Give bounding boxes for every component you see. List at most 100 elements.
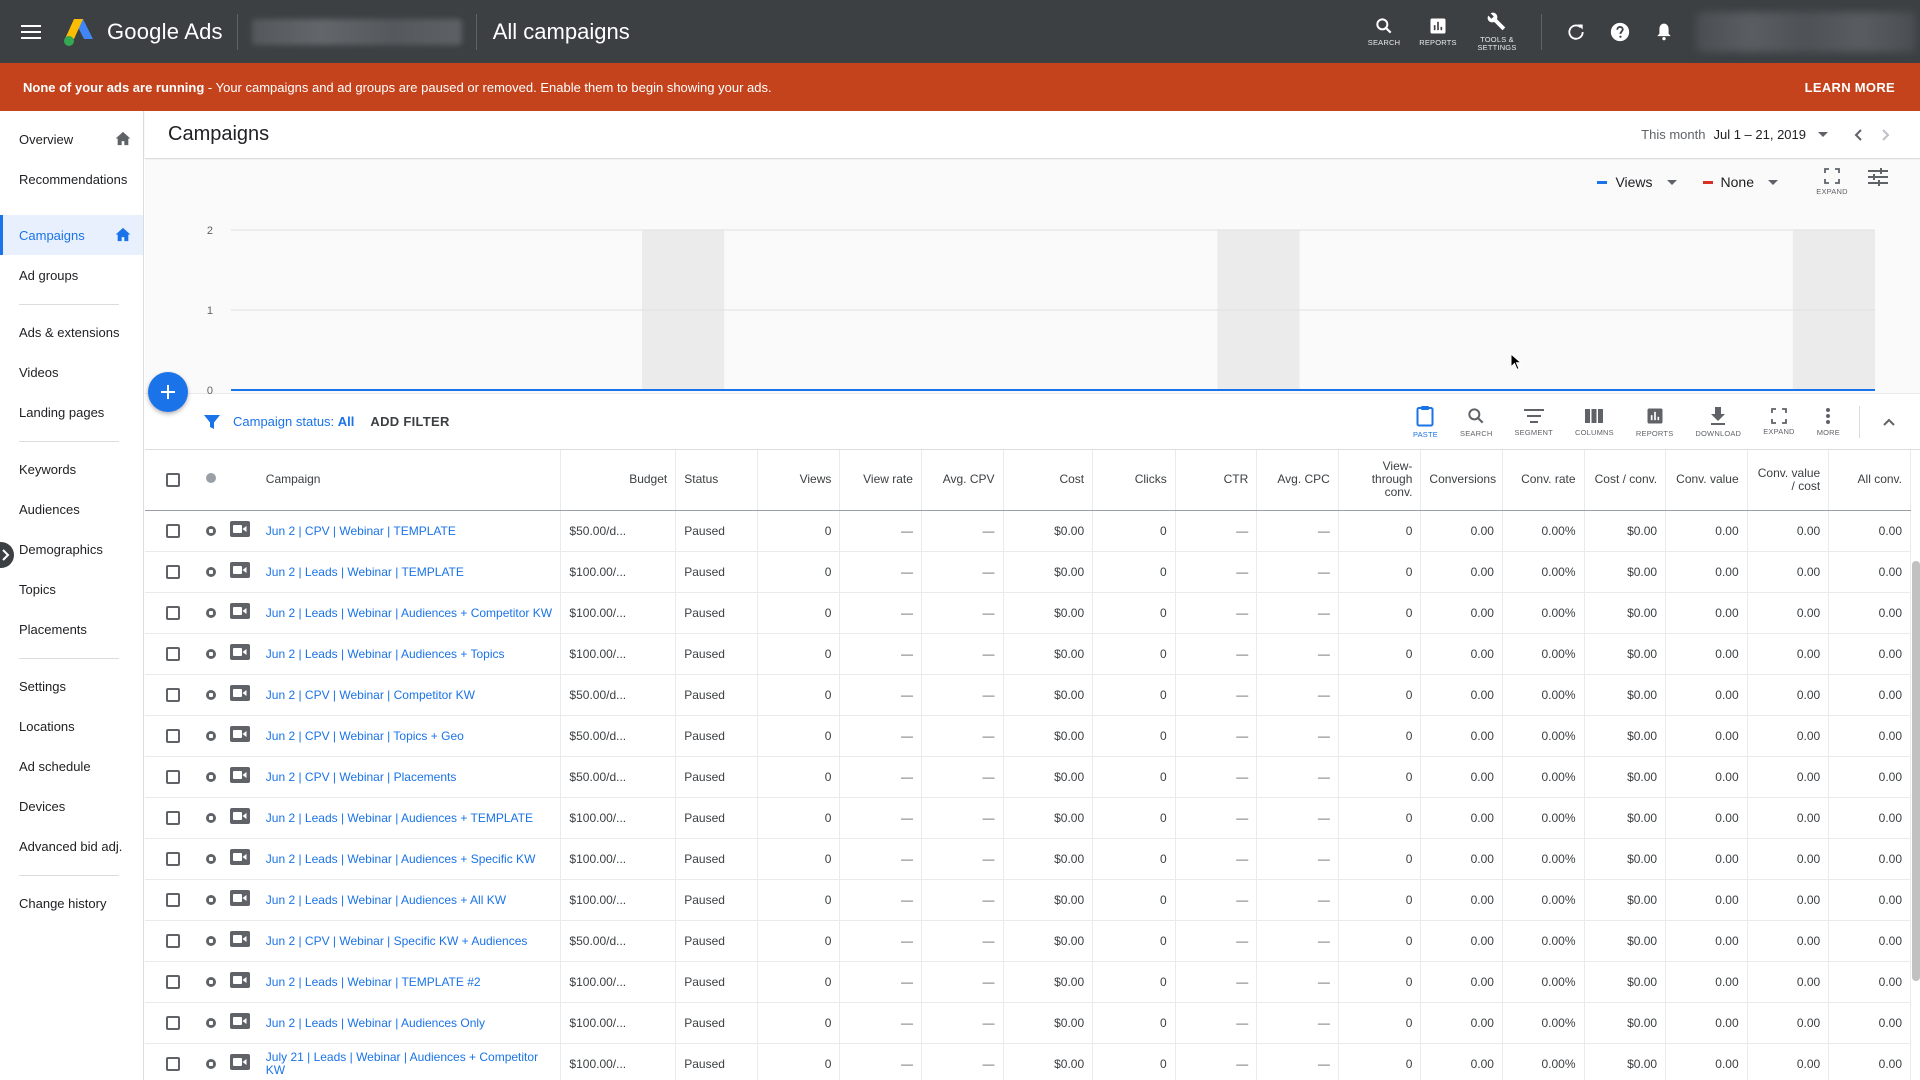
collapse-chart-button[interactable] [1883,418,1895,426]
campaign-link[interactable]: Jun 2 | Leads | Webinar | Audiences + Sp… [266,852,536,866]
status-cell[interactable]: Paused [675,879,758,921]
column-header-campaign[interactable]: Campaign [257,450,562,511]
campaign-link[interactable]: Jun 2 | Leads | Webinar | Audiences Only [266,1016,485,1030]
row-checkbox[interactable] [165,933,180,948]
reports-button[interactable]: REPORTS [1411,0,1465,63]
status-cell[interactable]: Paused [675,592,758,634]
sidebar-item-devices[interactable]: Devices [0,786,143,826]
metric-selector-secondary[interactable]: None [1702,174,1778,190]
account-info[interactable] [1696,11,1916,52]
status-cell[interactable]: Paused [675,838,758,880]
row-checkbox[interactable] [165,892,180,907]
status-cell[interactable]: Paused [675,961,758,1003]
row-status-cell[interactable] [200,592,223,634]
select-all-checkbox[interactable] [165,472,180,487]
row-status-cell[interactable] [200,879,223,921]
row-checkbox[interactable] [165,1056,180,1071]
row-status-cell[interactable] [200,1002,223,1044]
scrollbar-thumb[interactable] [1912,561,1920,981]
sidebar-item-demographics[interactable]: Demographics [0,529,143,569]
status-column-header[interactable] [200,450,223,511]
row-status-cell[interactable] [200,920,223,962]
column-header-view-through-conv[interactable]: View-through conv. [1338,450,1422,511]
row-status-cell[interactable] [200,756,223,798]
column-header-cost[interactable]: Cost [1003,450,1094,511]
status-cell[interactable]: Paused [675,920,758,962]
budget-cell[interactable]: $50.00/d... [560,510,677,552]
status-cell[interactable]: Paused [675,756,758,798]
segment-button[interactable]: SEGMENT [1514,407,1553,437]
columns-button[interactable]: COLUMNS [1575,407,1614,437]
status-cell[interactable]: Paused [675,551,758,593]
sidebar-item-ad-schedule[interactable]: Ad schedule [0,746,143,786]
column-header-ctr[interactable]: CTR [1175,450,1258,511]
row-checkbox[interactable] [165,851,180,866]
row-status-cell[interactable] [200,838,223,880]
sidebar-item-landing-pages[interactable]: Landing pages [0,392,143,432]
campaign-link[interactable]: Jun 2 | Leads | Webinar | Audiences + TE… [266,811,533,825]
campaign-link[interactable]: Jun 2 | Leads | Webinar | TEMPLATE #2 [266,975,481,989]
column-header-conv-value[interactable]: Conv. value [1665,450,1748,511]
column-header-status[interactable]: Status [675,450,758,511]
budget-cell[interactable]: $100.00/... [560,838,677,880]
sidebar-item-ads-extensions[interactable]: Ads & extensions [0,312,143,352]
sidebar-item-locations[interactable]: Locations [0,706,143,746]
campaign-link[interactable]: Jun 2 | Leads | Webinar | Audiences + Al… [266,893,506,907]
help-icon[interactable] [1598,0,1642,63]
vertical-scrollbar[interactable] [1912,561,1920,981]
column-header-clicks[interactable]: Clicks [1092,450,1176,511]
row-checkbox[interactable] [165,974,180,989]
metric-selector-primary[interactable]: Views [1597,174,1677,190]
date-range-value[interactable]: Jul 1 – 21, 2019 [1713,127,1806,142]
campaign-link[interactable]: Jun 2 | Leads | Webinar | Audiences + Co… [266,606,552,620]
campaign-link[interactable]: July 21 | Leads | Webinar | Audiences + … [266,1050,553,1077]
status-cell[interactable]: Paused [675,1043,758,1080]
campaign-link[interactable]: Jun 2 | CPV | Webinar | TEMPLATE [266,524,456,538]
add-filter-button[interactable]: ADD FILTER [370,414,449,429]
budget-cell[interactable]: $50.00/d... [560,756,677,798]
row-status-cell[interactable] [200,797,223,839]
row-status-cell[interactable] [200,510,223,552]
previous-period-button[interactable] [1844,121,1872,149]
campaign-link[interactable]: Jun 2 | CPV | Webinar | Placements [266,770,457,784]
sidebar-item-settings[interactable]: Settings [0,666,143,706]
date-range-dropdown-icon[interactable] [1818,132,1828,137]
next-period-button[interactable] [1872,121,1900,149]
column-header-conv-value-per-cost[interactable]: Conv. value / cost [1747,450,1830,511]
column-header-conv-rate[interactable]: Conv. rate [1502,450,1585,511]
account-selector[interactable] [251,18,462,45]
sidebar-item-keywords[interactable]: Keywords [0,449,143,489]
budget-cell[interactable]: $100.00/... [560,961,677,1003]
budget-cell[interactable]: $50.00/d... [560,715,677,757]
campaign-link[interactable]: Jun 2 | CPV | Webinar | Topics + Geo [266,729,464,743]
refresh-icon[interactable] [1554,0,1598,63]
row-checkbox[interactable] [165,810,180,825]
chart-expand-button[interactable]: EXPAND [1814,168,1850,196]
row-checkbox[interactable] [165,728,180,743]
add-campaign-button[interactable] [148,372,188,412]
download-button[interactable]: DOWNLOAD [1695,406,1741,438]
status-cell[interactable]: Paused [675,797,758,839]
sidebar-item-campaigns[interactable]: Campaigns [0,215,143,255]
table-expand-button[interactable]: EXPAND [1763,407,1795,436]
budget-cell[interactable]: $50.00/d... [560,920,677,962]
budget-cell[interactable]: $100.00/... [560,633,677,675]
row-status-cell[interactable] [200,1043,223,1080]
status-cell[interactable]: Paused [675,510,758,552]
budget-cell[interactable]: $100.00/... [560,1002,677,1044]
row-checkbox[interactable] [165,1015,180,1030]
search-button[interactable]: SEARCH [1357,0,1411,63]
status-cell[interactable]: Paused [675,715,758,757]
row-checkbox[interactable] [165,523,180,538]
tools-settings-button[interactable]: TOOLS & SETTINGS [1465,0,1529,63]
row-status-cell[interactable] [200,961,223,1003]
filter-icon[interactable] [203,413,221,431]
sidebar-item-advanced-bid-adj[interactable]: Advanced bid adj. [0,826,143,866]
menu-icon[interactable] [11,12,51,52]
budget-cell[interactable]: $100.00/... [560,592,677,634]
column-header-cost-per-conv[interactable]: Cost / conv. [1584,450,1667,511]
row-status-cell[interactable] [200,551,223,593]
campaign-link[interactable]: Jun 2 | CPV | Webinar | Competitor KW [266,688,475,702]
sidebar-item-placements[interactable]: Placements [0,609,143,649]
row-status-cell[interactable] [200,715,223,757]
